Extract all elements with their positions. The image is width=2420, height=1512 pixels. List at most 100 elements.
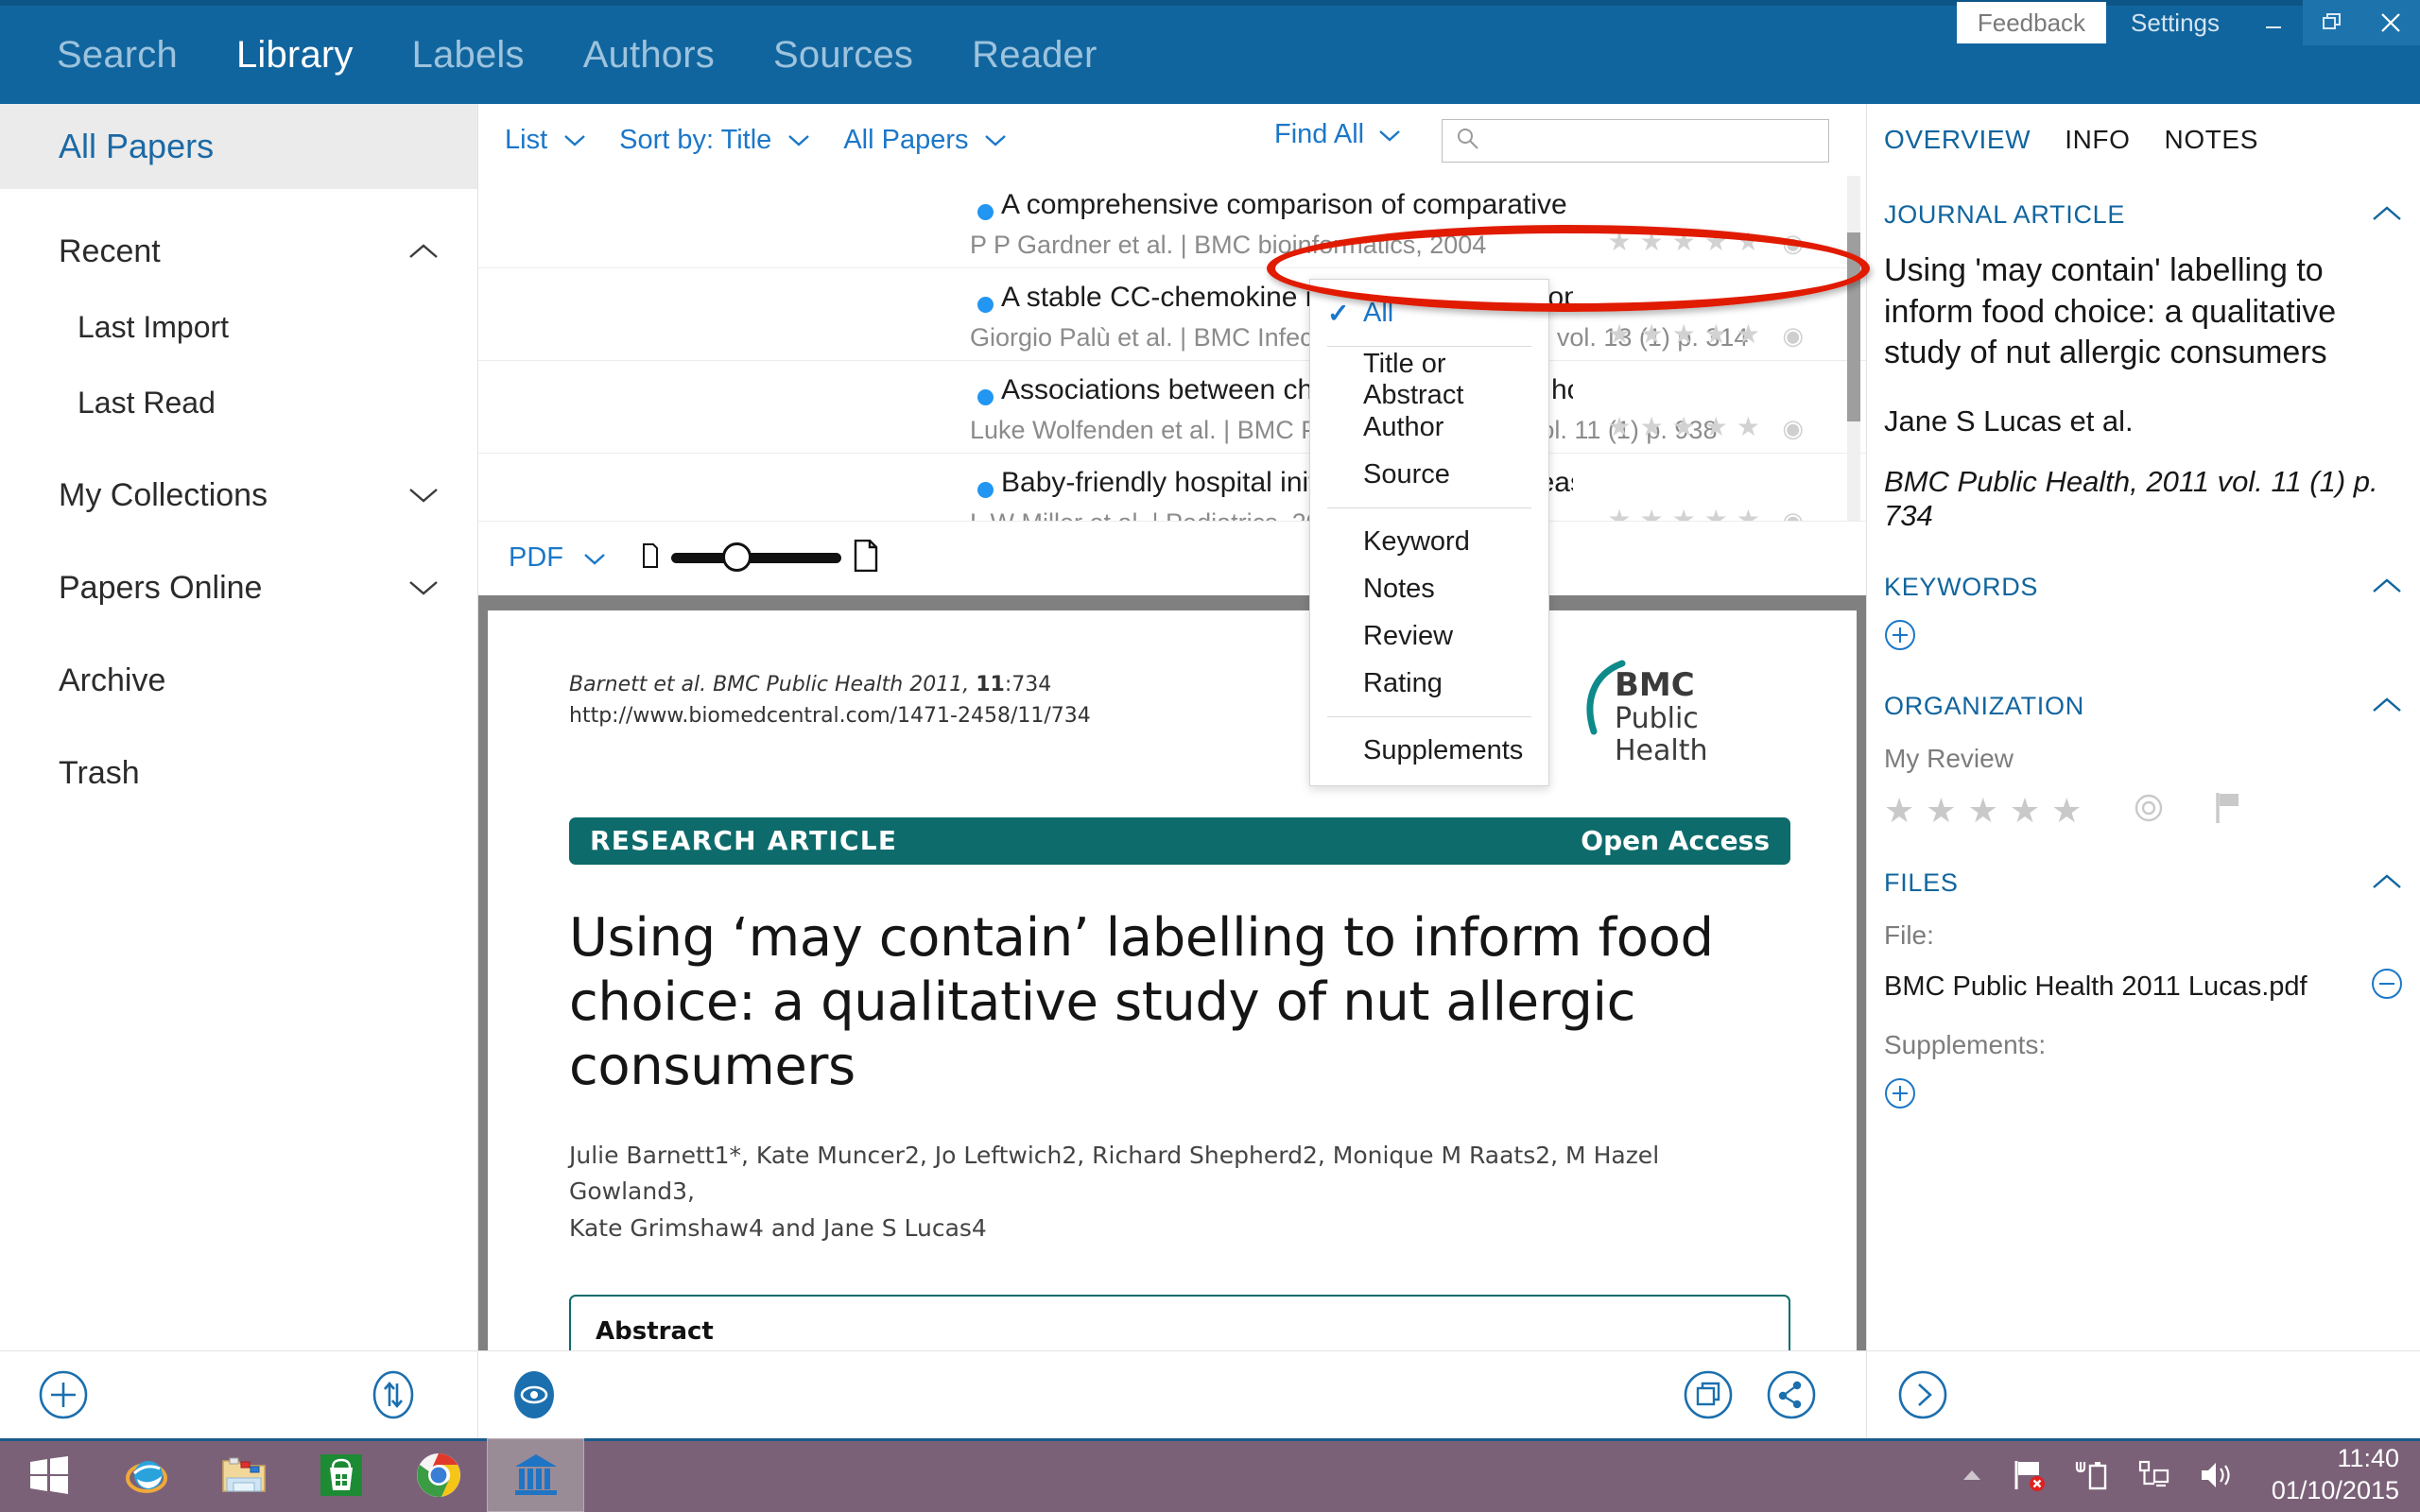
chevron-down-icon[interactable] [407, 486, 440, 505]
star-icon[interactable]: ★ [1607, 229, 1631, 255]
minimize-button[interactable] [2244, 0, 2303, 45]
star-icon[interactable]: ★ [1704, 414, 1728, 440]
star-icon[interactable]: ★ [1926, 791, 1956, 831]
star-icon[interactable]: ★ [1884, 791, 1914, 831]
sync-button[interactable] [368, 1369, 419, 1420]
star-icon[interactable]: ★ [1737, 414, 1760, 440]
read-status-icon[interactable]: ◉ [1782, 321, 1804, 351]
star-icon[interactable]: ★ [1607, 414, 1631, 440]
menu-item-supplements[interactable]: Supplements [1310, 727, 1548, 774]
chevron-down-icon[interactable] [407, 578, 440, 597]
star-icon[interactable]: ★ [1607, 321, 1631, 348]
star-icon[interactable]: ★ [2010, 791, 2040, 831]
section-header-organization[interactable]: ORGANIZATION [1884, 692, 2403, 721]
search-text-field[interactable] [1490, 125, 1806, 157]
my-review-rating[interactable]: ★ ★ ★ ★ ★ [1884, 791, 2403, 831]
star-icon[interactable]: ★ [1737, 229, 1760, 255]
sidebar-header-all-papers[interactable]: All Papers [0, 104, 477, 189]
star-icon[interactable]: ★ [1704, 507, 1728, 521]
next-button[interactable] [1897, 1369, 1948, 1420]
pdf-format-label[interactable]: PDF [509, 542, 563, 574]
windows-store-icon[interactable] [292, 1438, 389, 1512]
nav-item-search[interactable]: Search [57, 34, 178, 77]
battery-icon[interactable] [2073, 1458, 2109, 1492]
table-row[interactable]: Baby-friendly hospital initiative improv… [478, 454, 1866, 521]
menu-item-source[interactable]: Source [1310, 451, 1548, 498]
volume-icon[interactable] [2198, 1459, 2236, 1491]
star-icon[interactable]: ★ [1737, 321, 1760, 348]
nav-item-authors[interactable]: Authors [583, 34, 715, 77]
close-button[interactable] [2361, 0, 2420, 45]
windows-start-icon[interactable] [0, 1438, 97, 1512]
add-keyword-button[interactable] [1884, 619, 2403, 656]
feedback-button[interactable]: Feedback [1956, 2, 2107, 43]
chevron-down-icon[interactable] [582, 551, 607, 566]
star-icon[interactable]: ★ [1640, 321, 1664, 348]
flag-icon[interactable] [2214, 791, 2242, 830]
star-icon[interactable]: ★ [1704, 229, 1728, 255]
star-icon[interactable]: ★ [1672, 414, 1696, 440]
google-chrome-icon[interactable] [389, 1438, 487, 1512]
nav-item-reader[interactable]: Reader [972, 34, 1097, 77]
rating-stars[interactable]: ★ ★ ★ ★ ★ [1607, 321, 1760, 348]
table-row[interactable]: A comprehensive comparison of comparativ… [478, 176, 1866, 268]
share-button[interactable] [1766, 1369, 1817, 1420]
star-icon[interactable]: ★ [1607, 507, 1631, 521]
chevron-up-icon[interactable] [407, 242, 440, 261]
section-header-files[interactable]: FILES [1884, 868, 2403, 898]
action-center-flag-icon[interactable] [2011, 1457, 2047, 1493]
table-row[interactable]: Associations between characteristics of … [478, 361, 1866, 454]
section-header-journal-article[interactable]: JOURNAL ARTICLE [1884, 200, 2403, 230]
sidebar-item-trash[interactable]: Trash [0, 735, 477, 811]
chevron-up-icon[interactable] [2371, 868, 2403, 898]
pdf-preview[interactable]: Barnett et al. BMC Public Health 2011, 1… [478, 594, 1866, 1350]
network-icon[interactable] [2135, 1459, 2171, 1491]
internet-explorer-icon[interactable] [97, 1438, 195, 1512]
menu-item-keyword[interactable]: Keyword [1310, 518, 1548, 565]
sidebar-item-papers-online[interactable]: Papers Online [0, 550, 477, 626]
menu-item-title-or-abstract[interactable]: Title or Abstract [1310, 349, 1548, 410]
file-explorer-icon[interactable] [195, 1438, 292, 1512]
add-paper-button[interactable] [38, 1369, 89, 1420]
rating-stars[interactable]: ★ ★ ★ ★ ★ [1607, 414, 1760, 440]
star-icon[interactable]: ★ [2051, 791, 2082, 831]
duplicate-button[interactable] [1683, 1369, 1734, 1420]
nav-item-library[interactable]: Library [236, 34, 354, 77]
zoom-slider[interactable] [641, 540, 879, 576]
settings-button[interactable]: Settings [2106, 0, 2244, 45]
preview-toggle-button[interactable] [509, 1369, 560, 1420]
taskbar-clock[interactable]: 11:40 01/10/2015 [2272, 1443, 2399, 1507]
sidebar-item-my-collections[interactable]: My Collections [0, 457, 477, 533]
add-supplement-button[interactable] [1884, 1077, 2403, 1114]
star-icon[interactable]: ★ [1640, 229, 1664, 255]
tab-info[interactable]: INFO [2065, 125, 2130, 155]
rating-stars[interactable]: ★ ★ ★ ★ ★ [1607, 507, 1760, 521]
star-icon[interactable]: ★ [1737, 507, 1760, 521]
list-scrollbar-thumb[interactable] [1847, 232, 1860, 421]
star-icon[interactable]: ★ [1640, 507, 1664, 521]
zoom-slider-handle[interactable] [722, 542, 752, 573]
sidebar-item-last-read[interactable]: Last Read [0, 365, 477, 440]
read-status-icon[interactable]: ◉ [1782, 229, 1804, 258]
find-all-dropdown[interactable]: Find All [1274, 119, 1402, 150]
tab-notes[interactable]: NOTES [2165, 125, 2258, 155]
menu-item-all[interactable]: ✓ All [1310, 289, 1548, 336]
star-icon[interactable]: ★ [1640, 414, 1664, 440]
nav-item-labels[interactable]: Labels [412, 34, 525, 77]
sort-dropdown[interactable]: Sort by: Title [619, 125, 811, 156]
view-mode-dropdown[interactable]: List [505, 125, 587, 156]
rating-stars[interactable]: ★ ★ ★ ★ ★ [1607, 229, 1760, 255]
menu-item-review[interactable]: Review [1310, 612, 1548, 660]
table-row[interactable]: A stable CC-chemokine receptor (CCR)-5 t… [478, 268, 1866, 361]
menu-item-rating[interactable]: Rating [1310, 660, 1548, 707]
collection-filter-dropdown[interactable]: All Papers [843, 125, 1008, 156]
sidebar-item-archive[interactable]: Archive [0, 643, 477, 718]
chevron-up-icon[interactable] [2371, 692, 2403, 721]
tab-overview[interactable]: OVERVIEW [1884, 125, 2031, 155]
sidebar-item-last-import[interactable]: Last Import [0, 289, 477, 365]
read-status-icon[interactable] [2133, 792, 2165, 829]
file-row[interactable]: BMC Public Health 2011 Lucas.pdf [1884, 968, 2403, 1007]
nav-item-sources[interactable]: Sources [773, 34, 913, 77]
chevron-up-icon[interactable] [2371, 573, 2403, 602]
papers-library-icon[interactable] [487, 1438, 584, 1512]
